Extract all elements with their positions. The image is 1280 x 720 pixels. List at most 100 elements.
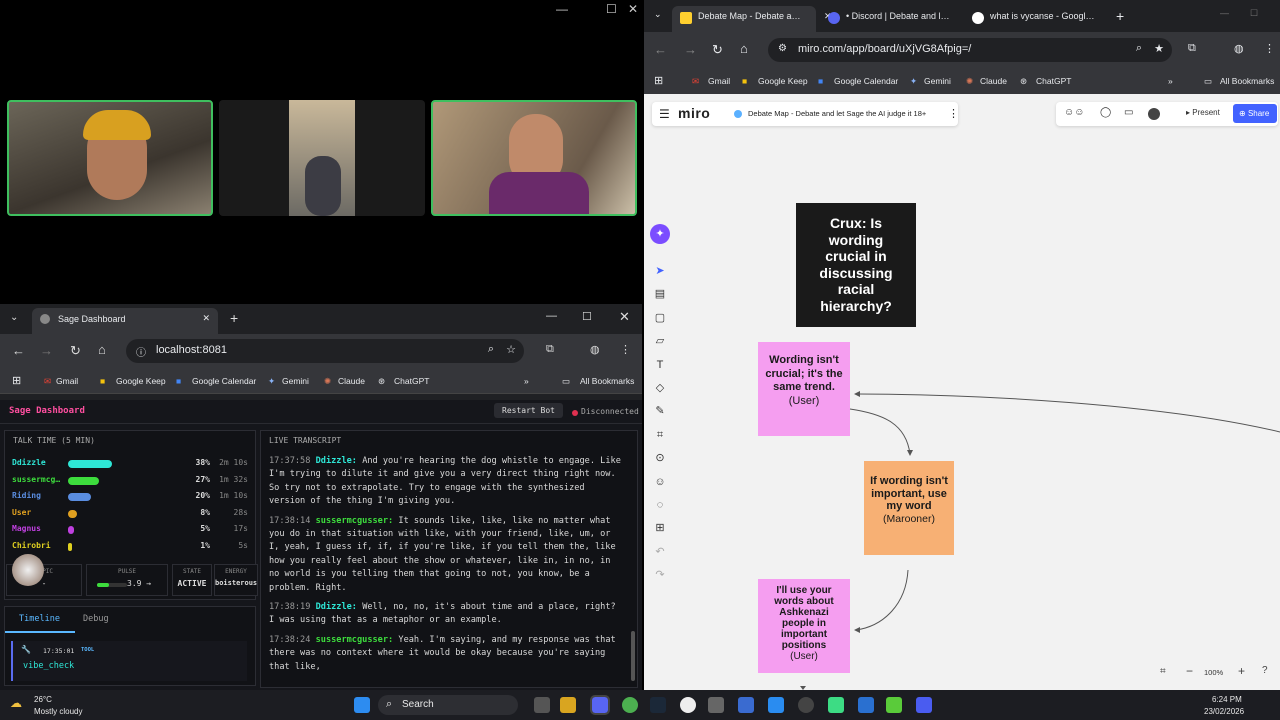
back-icon[interactable]: ← [654, 42, 667, 57]
more-bookmarks-icon[interactable]: » [1168, 76, 1173, 86]
menu-icon[interactable]: ⋮ [1264, 42, 1275, 55]
close-button[interactable]: ✕ [619, 309, 630, 325]
bookmark-star-icon[interactable]: ☆ [506, 343, 516, 356]
apps-icon[interactable]: ⊞ [654, 74, 663, 87]
minimize-button[interactable]: — [1220, 8, 1229, 18]
app-icon[interactable] [828, 697, 844, 713]
back-icon[interactable]: ← [12, 343, 25, 358]
tab-search-icon[interactable]: ⌄ [10, 312, 18, 323]
url-field[interactable]: ⚙ miro.com/app/board/uXjVG8Afpig=/ ⌕ ★ [768, 38, 1172, 62]
participant-video-3[interactable] [431, 100, 637, 216]
steam-icon[interactable] [650, 697, 666, 713]
weather-temp[interactable]: 26°C [34, 695, 52, 704]
terminal-icon[interactable] [708, 697, 724, 713]
bookmark-gmail[interactable]: Gmail [56, 376, 78, 386]
zoom-icon[interactable]: ⌕ [1136, 42, 1142, 55]
tab-search-icon[interactable]: ⌄ [654, 9, 662, 20]
zoom-icon[interactable]: ⌕ [488, 343, 494, 356]
forward-icon[interactable]: → [40, 343, 53, 358]
bookmark-claude[interactable]: Claude [980, 76, 1007, 86]
active-tab-indicator [5, 631, 75, 633]
tab-sage-dashboard[interactable]: Sage Dashboard ✕ [32, 308, 218, 334]
github-icon[interactable] [798, 697, 814, 713]
apps-icon[interactable]: ⊞ [12, 374, 21, 387]
sage-header: Sage Dashboard Restart Bot Disconnected [0, 400, 642, 424]
participant-video-1[interactable] [7, 100, 213, 216]
file-explorer-icon[interactable] [560, 697, 576, 713]
home-icon[interactable]: ⌂ [740, 41, 748, 56]
timeline-item[interactable]: 🔧 17:35:01 TOOL vibe_check [11, 641, 247, 681]
task-view-icon[interactable] [534, 697, 550, 713]
scrollbar[interactable] [631, 631, 635, 681]
tab-google-search[interactable]: what is vycanse - Googl… [964, 6, 1104, 32]
clock-time[interactable]: 6:24 PM [1212, 695, 1242, 704]
all-bookmarks[interactable]: All Bookmarks [1220, 76, 1274, 86]
talk-bar-fill [68, 509, 78, 518]
miro-board[interactable]: ☰ miro Debate Map - Debate and let Sage … [644, 94, 1280, 690]
tab-debate-map[interactable]: Debate Map - Debate a… ✕ [672, 6, 832, 32]
tab-title: what is vycanse - Googl… [990, 11, 1095, 21]
powershell-icon[interactable] [738, 697, 754, 713]
bookmark-calendar[interactable]: Google Calendar [834, 76, 898, 86]
obs-icon[interactable] [680, 697, 696, 713]
search-icon: ⌕ [386, 698, 393, 710]
arrowhead-icon [907, 450, 913, 456]
bookmark-keep[interactable]: Google Keep [758, 76, 808, 86]
site-info-icon[interactable]: ⚙ [778, 43, 787, 54]
url-field[interactable]: ⓘ localhost:8081 ⌕ ☆ [126, 339, 524, 363]
maximize-button[interactable]: ☐ [606, 2, 617, 16]
more-bookmarks-icon[interactable]: » [524, 376, 529, 386]
messenger-icon[interactable] [916, 697, 932, 713]
home-icon[interactable]: ⌂ [98, 342, 106, 357]
menu-icon[interactable]: ⋮ [620, 343, 631, 356]
extensions-icon[interactable]: ⧉ [546, 343, 554, 356]
bookmark-calendar[interactable]: Google Calendar [192, 376, 256, 386]
reload-icon[interactable]: ↻ [712, 42, 723, 58]
reload-icon[interactable]: ↻ [70, 343, 81, 359]
extensions-icon[interactable]: ⧉ [1188, 42, 1196, 55]
tab-discord[interactable]: • Discord | Debate and l… [820, 6, 960, 32]
vscode-icon[interactable] [768, 697, 784, 713]
site-info-icon[interactable]: ⓘ [136, 344, 146, 359]
zoom-in-button[interactable]: + [1238, 664, 1245, 678]
start-button[interactable] [354, 697, 370, 713]
close-tab-icon[interactable]: ✕ [202, 313, 210, 324]
minimize-button[interactable]: — [556, 2, 568, 16]
chrome-icon[interactable] [622, 697, 638, 713]
speaker-name: sussermcg… [12, 474, 61, 484]
google-icon [972, 12, 984, 24]
notepad-icon[interactable] [858, 697, 874, 713]
bookmark-star-icon[interactable]: ★ [1154, 42, 1164, 55]
bookmark-chatgpt[interactable]: ChatGPT [1036, 76, 1071, 86]
help-icon[interactable]: ? [1262, 665, 1268, 676]
maximize-button[interactable]: ☐ [582, 310, 592, 323]
participant-video-2[interactable] [219, 100, 425, 216]
forward-icon[interactable]: → [684, 42, 697, 57]
bookmark-claude[interactable]: Claude [338, 376, 365, 386]
gaming-icon[interactable] [886, 697, 902, 713]
fit-to-screen-icon[interactable]: ⌗ [1160, 666, 1166, 677]
minimize-button[interactable]: — [546, 310, 557, 322]
profile-icon[interactable]: ◍ [1234, 42, 1244, 55]
speaker-percent: 1% [200, 540, 210, 550]
bookmark-gmail[interactable]: Gmail [708, 76, 730, 86]
weather-desc[interactable]: Mostly cloudy [34, 707, 82, 716]
restart-bot-button[interactable]: Restart Bot [494, 403, 563, 418]
bookmark-gemini[interactable]: Gemini [924, 76, 951, 86]
search-box[interactable]: ⌕ Search [378, 695, 518, 715]
bookmark-keep[interactable]: Google Keep [116, 376, 166, 386]
tab-timeline[interactable]: Timeline [19, 614, 60, 624]
new-tab-button[interactable]: + [1116, 8, 1124, 24]
all-bookmarks[interactable]: All Bookmarks [580, 376, 634, 386]
tab-debug[interactable]: Debug [83, 614, 109, 624]
bookmark-chatgpt[interactable]: ChatGPT [394, 376, 429, 386]
discord-icon[interactable] [590, 695, 610, 715]
clock-date[interactable]: 23/02/2026 [1204, 707, 1244, 716]
profile-icon[interactable]: ◍ [590, 343, 600, 356]
new-tab-button[interactable]: + [230, 310, 238, 326]
zoom-out-button[interactable]: − [1186, 664, 1193, 678]
maximize-button[interactable]: ☐ [1250, 8, 1258, 19]
close-button[interactable]: ✕ [628, 2, 638, 16]
bookmark-gemini[interactable]: Gemini [282, 376, 309, 386]
zoom-level[interactable]: 100% [1204, 668, 1223, 677]
